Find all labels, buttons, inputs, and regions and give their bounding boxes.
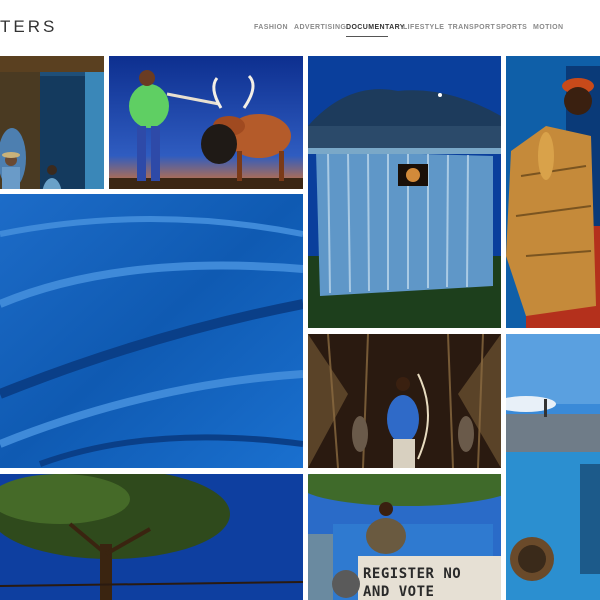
sign-text-line1: REGISTER NO xyxy=(363,566,462,582)
photo-men-doorway-image xyxy=(0,56,104,189)
nav-item-transport[interactable]: TRANSPORT xyxy=(448,24,495,31)
gallery-photo-blue-fabric[interactable] xyxy=(0,194,303,468)
nav-item-sports[interactable]: SPORTS xyxy=(496,24,527,31)
gallery-photo-man-with-leaves[interactable] xyxy=(506,56,600,328)
nav-item-fashion[interactable]: FASHION xyxy=(254,24,288,31)
photo-man-with-bull-image xyxy=(109,56,303,189)
site-header: TERS FASHION ADVERTISING DOCUMENTARY LIF… xyxy=(0,0,600,52)
nav-item-documentary[interactable]: DOCUMENTARY xyxy=(346,24,405,31)
photo-man-in-forest-image xyxy=(308,334,501,468)
gallery-photo-man-with-bull[interactable] xyxy=(109,56,303,189)
gallery-photo-tree-at-night[interactable] xyxy=(0,474,303,600)
nav-item-advertising[interactable]: ADVERTISING xyxy=(294,24,346,31)
photo-man-with-leaves-image xyxy=(506,56,600,328)
gallery-photo-register-and-vote[interactable]: REGISTER NO AND VOTE xyxy=(308,474,501,600)
photo-tin-shack-image xyxy=(308,56,501,328)
photo-blue-house-image xyxy=(506,334,600,600)
gallery-photo-tin-shack[interactable] xyxy=(308,56,501,328)
photo-tree-at-night-image xyxy=(0,474,303,600)
photo-blue-fabric-image xyxy=(0,194,303,468)
active-nav-underline xyxy=(346,36,388,37)
nav-item-motion[interactable]: MOTION xyxy=(533,24,563,31)
gallery-photo-man-in-forest[interactable] xyxy=(308,334,501,468)
gallery-photo-men-doorway[interactable] xyxy=(0,56,104,189)
gallery-photo-blue-house[interactable] xyxy=(506,334,600,600)
sign-text-line2: AND VOTE xyxy=(363,584,435,600)
main-nav: FASHION ADVERTISING DOCUMENTARY LIFESTYL… xyxy=(254,24,600,44)
site-logo[interactable]: TERS xyxy=(0,17,57,37)
nav-item-lifestyle[interactable]: LIFESTYLE xyxy=(403,24,444,31)
